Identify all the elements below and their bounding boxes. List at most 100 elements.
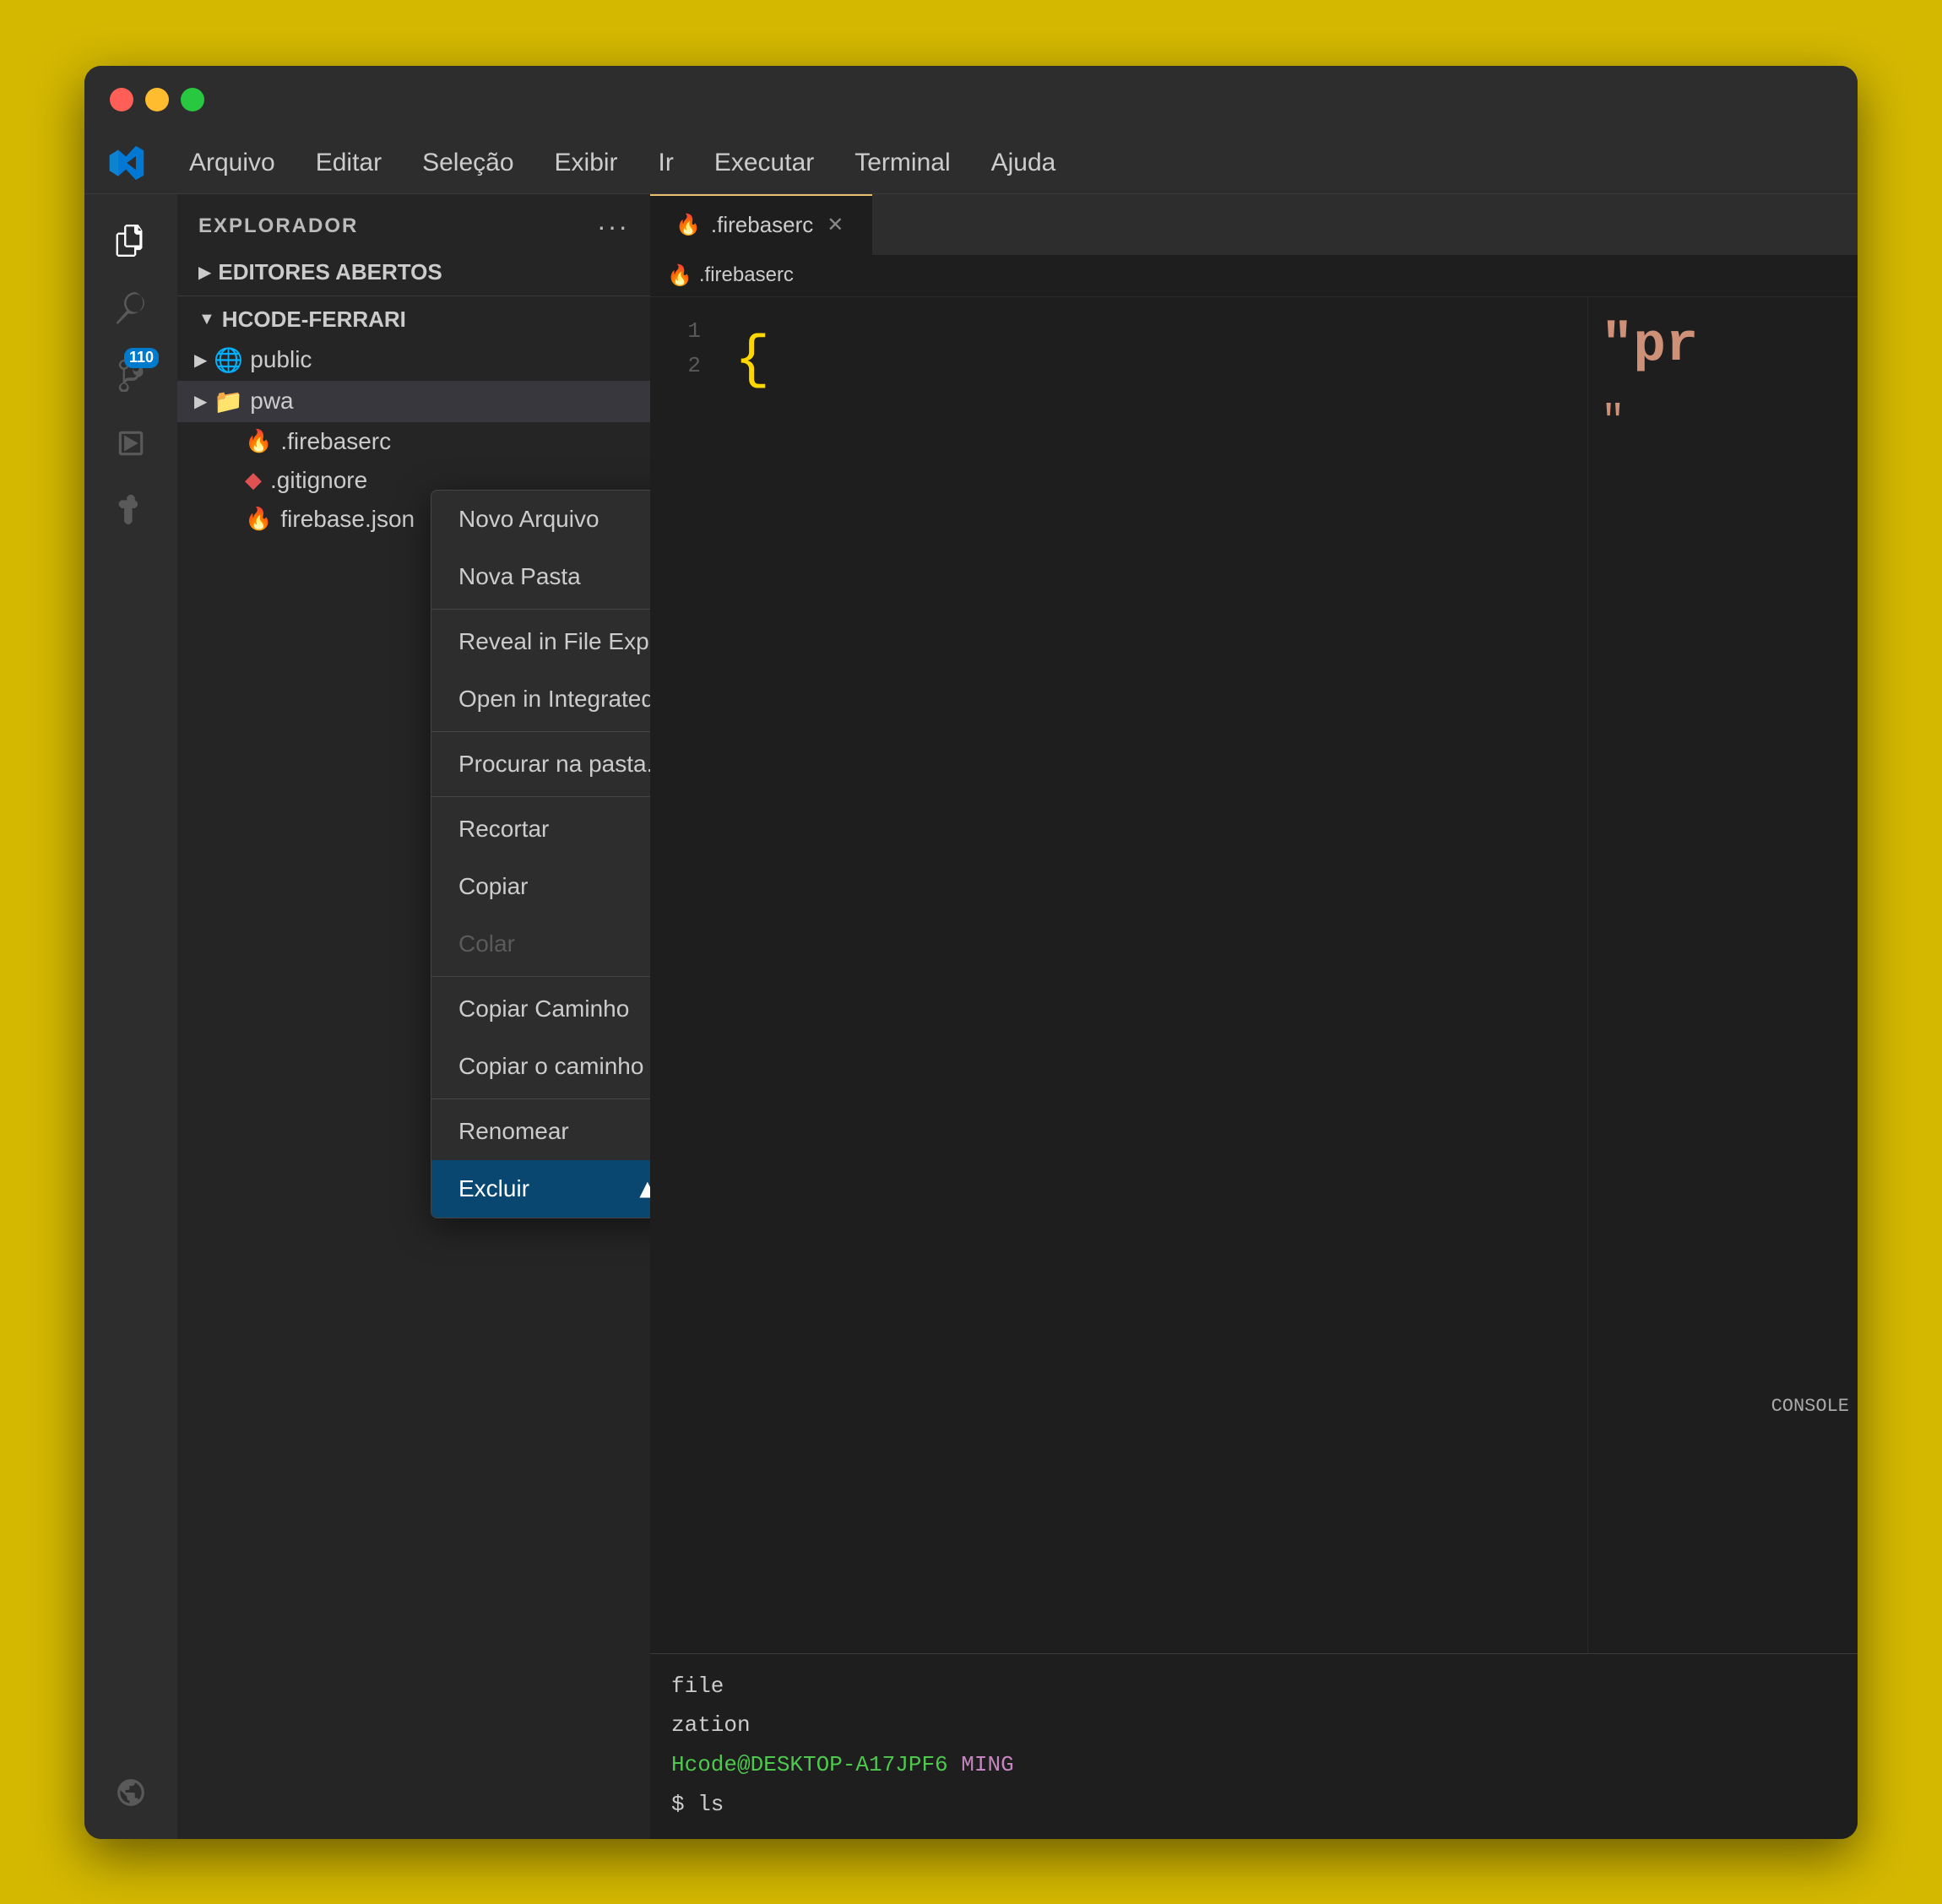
tab-close-button[interactable]: ✕ [823, 214, 847, 237]
context-new-folder[interactable]: Nova Pasta [431, 548, 650, 605]
tabs-bar: 🔥 .firebaserc ✕ [650, 194, 1858, 255]
file-gitignore-name: .gitignore [270, 467, 367, 494]
right-partial-text-1: "pr [1588, 297, 1858, 395]
file-firebaserc-name: .firebaserc [280, 428, 391, 455]
activity-bar: 110 [84, 194, 177, 1839]
terminal-line-3: Hcode@DESKTOP-A17JPF6 MING [671, 1745, 1836, 1785]
context-delete[interactable]: Excluir Delete ▲ [431, 1160, 650, 1218]
context-paste-label: Colar [458, 930, 515, 957]
context-paste[interactable]: Colar Ctrl+V [431, 915, 650, 973]
tab-firebaserc-label: .firebaserc [711, 212, 813, 238]
context-open-terminal-label: Open in Integrated Terminal [458, 686, 650, 713]
folder-pwa-chevron: ▶ [194, 391, 207, 412]
menu-arquivo[interactable]: Arquivo [169, 140, 296, 186]
menu-ir[interactable]: Ir [638, 140, 694, 186]
firebase-icon-2: 🔥 [245, 506, 272, 532]
context-rename[interactable]: Renomear F2 [431, 1103, 650, 1160]
file-firebase-json-name: firebase.json [280, 506, 415, 533]
terminal-area: file zation Hcode@DESKTOP-A17JPF6 MING $… [650, 1653, 1858, 1839]
vscode-logo [84, 144, 169, 182]
hcode-ferrari-label: HCODE-FERRARI [222, 306, 406, 333]
context-copy-relative-label: Copiar o caminho relativo [458, 1053, 650, 1080]
context-copy[interactable]: Copiar Ctrl+C [431, 858, 650, 915]
context-cut[interactable]: Recortar Ctrl+X [431, 800, 650, 858]
tab-firebaserc[interactable]: 🔥 .firebaserc ✕ [650, 194, 872, 255]
context-copy-path-label: Copiar Caminho [458, 995, 629, 1023]
context-reveal-label: Reveal in File Explorer [458, 628, 650, 655]
maximize-button[interactable] [181, 88, 204, 111]
file-firebaserc[interactable]: 🔥 .firebaserc [177, 422, 650, 461]
context-copy-label: Copiar [458, 873, 528, 900]
folder-pwa[interactable]: ▶ 📁 pwa [177, 381, 650, 422]
traffic-lights [110, 88, 204, 111]
menu-executar[interactable]: Executar [694, 140, 834, 186]
terminal-prompt-green: Hcode@DESKTOP-A17JPF6 [671, 1752, 948, 1777]
sidebar-more-button[interactable]: ··· [597, 211, 629, 242]
main-layout: 110 [84, 194, 1858, 1839]
context-new-file-label: Novo Arquivo [458, 506, 599, 533]
open-editors-header[interactable]: ▶ EDITORES ABERTOS [177, 252, 650, 292]
globe-folder-icon: 🌐 [214, 346, 243, 374]
activity-source-control[interactable]: 110 [101, 346, 160, 405]
context-copy-relative-path[interactable]: Copiar o caminho relativo Ctrl+K Ctrl+Sh… [431, 1038, 650, 1095]
title-bar [84, 66, 1858, 133]
terminal-command: $ ls [671, 1792, 724, 1817]
menu-editar[interactable]: Editar [296, 140, 402, 186]
folder-public-name: public [250, 346, 312, 373]
terminal-line-2: zation [671, 1706, 1836, 1745]
right-partial-text-2: " [1588, 395, 1858, 449]
context-sep-5 [431, 1098, 650, 1099]
context-new-folder-label: Nova Pasta [458, 563, 581, 590]
activity-search[interactable] [101, 279, 160, 338]
hcode-ferrari-header[interactable]: ▼ HCODE-FERRARI [177, 300, 650, 339]
firebase-icon-1: 🔥 [245, 428, 272, 454]
activity-run[interactable] [101, 414, 160, 473]
terminal-prompt-pink: MING [961, 1752, 1013, 1777]
folder-icon: 📁 [214, 388, 243, 415]
line-number-2: 2 [650, 349, 701, 384]
context-copy-path[interactable]: Copiar Caminho Shift+Alt+C [431, 980, 650, 1038]
menu-exibir[interactable]: Exibir [534, 140, 638, 186]
folder-pwa-name: pwa [250, 388, 293, 415]
menu-terminal[interactable]: Terminal [834, 140, 970, 186]
context-open-terminal[interactable]: Open in Integrated Terminal [431, 670, 650, 728]
vscode-window: Arquivo Editar Seleção Exibir Ir Executa… [84, 66, 1858, 1839]
menu-selecao[interactable]: Seleção [402, 140, 534, 186]
minimize-button[interactable] [145, 88, 169, 111]
sidebar-title: EXPLORADOR [198, 214, 358, 238]
context-new-file[interactable]: Novo Arquivo [431, 491, 650, 548]
console-label: CONSOLE [1771, 1396, 1849, 1417]
folder-public[interactable]: ▶ 🌐 public [177, 339, 650, 381]
activity-extensions[interactable] [101, 481, 160, 540]
context-find-folder[interactable]: Procurar na pasta... Shift+Alt+F [431, 735, 650, 793]
context-menu: Novo Arquivo Nova Pasta Reveal in File E… [431, 490, 650, 1218]
context-sep-4 [431, 976, 650, 977]
context-reveal-explorer[interactable]: Reveal in File Explorer Shift+Alt+R [431, 613, 650, 670]
context-find-folder-label: Procurar na pasta... [458, 751, 650, 778]
activity-explorer[interactable] [101, 211, 160, 270]
editor-content[interactable]: 1 2 { "pr " CONSOLE [650, 297, 1858, 1653]
editor-area: 🔥 .firebaserc ✕ 🔥 .firebaserc 1 2 [650, 194, 1858, 1839]
menu-bar: Arquivo Editar Seleção Exibir Ir Executa… [169, 140, 1076, 186]
context-sep-3 [431, 796, 650, 797]
context-sep-2 [431, 731, 650, 732]
breadcrumb: .firebaserc [699, 263, 794, 287]
open-editors-chevron: ▶ [198, 262, 211, 283]
context-rename-label: Renomear [458, 1118, 569, 1145]
right-partial-panel: "pr " CONSOLE [1587, 297, 1858, 1653]
line-numbers: 1 2 [650, 297, 718, 1653]
menu-ajuda[interactable]: Ajuda [971, 140, 1077, 186]
context-delete-label: Excluir [458, 1175, 529, 1202]
firebase-breadcrumb-icon: 🔥 [667, 263, 692, 288]
context-cut-label: Recortar [458, 816, 549, 843]
terminal-file-text: file [671, 1673, 724, 1699]
terminal-zation-text: zation [671, 1712, 751, 1738]
open-editors-label: EDITORES ABERTOS [218, 259, 442, 285]
context-sep-1 [431, 609, 650, 610]
git-icon: ◆ [245, 467, 262, 493]
activity-remote[interactable] [101, 1763, 160, 1822]
hcode-ferrari-chevron: ▼ [198, 310, 215, 329]
sidebar: EXPLORADOR ··· ▶ EDITORES ABERTOS ▼ HCOD… [177, 194, 650, 1839]
sidebar-header: EXPLORADOR ··· [177, 194, 650, 252]
close-button[interactable] [110, 88, 133, 111]
